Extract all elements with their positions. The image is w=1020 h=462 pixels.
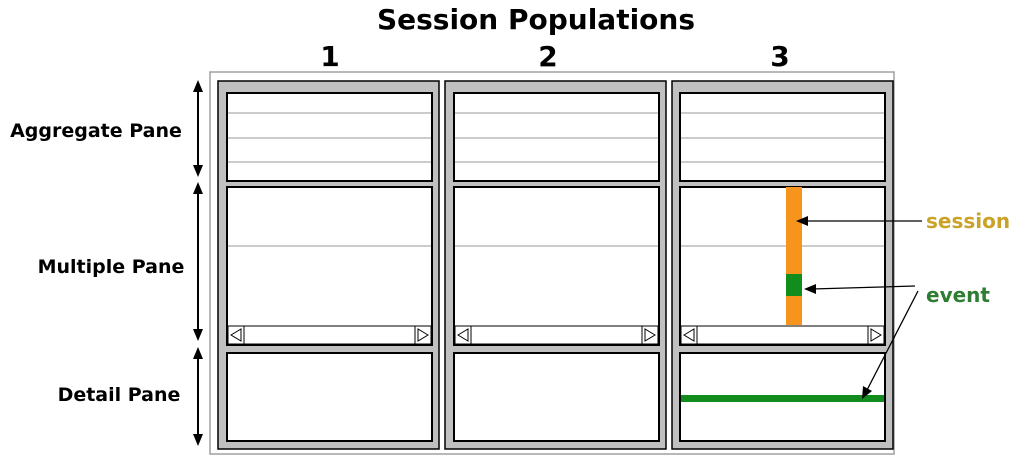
row-label-multiple: Multiple Pane — [38, 256, 185, 278]
multiple-extent-down-arrowhead — [193, 329, 203, 341]
column-header-3: 3 — [770, 40, 789, 73]
session-column-1 — [217, 80, 440, 450]
aggregate-extent-down-arrowhead — [193, 165, 203, 177]
column-1-horizontal-scrollbar[interactable] — [227, 325, 432, 345]
row-label-aggregate: Aggregate Pane — [10, 120, 182, 142]
column-header-2: 2 — [538, 40, 557, 73]
row-label-detail: Detail Pane — [58, 384, 181, 406]
column-3-aggregate-pane — [679, 92, 886, 182]
multiple-extent-up-arrowhead — [193, 182, 203, 194]
session-bar — [786, 187, 802, 325]
column-2-aggregate-pane — [453, 92, 660, 182]
aggregate-extent-up-arrowhead — [193, 80, 203, 92]
column-2-multiple-pane — [453, 186, 660, 346]
column-3-horizontal-scrollbar[interactable] — [680, 325, 885, 345]
session-populations-diagram: Session Populations 1 2 3 Aggregate Pane… — [10, 3, 1010, 455]
session-column-2 — [444, 80, 667, 450]
column-2-horizontal-scrollbar[interactable] — [454, 325, 659, 345]
column-header-1: 1 — [320, 40, 339, 73]
event-detail-bar — [681, 395, 884, 402]
detail-extent-down-arrowhead — [193, 434, 203, 446]
detail-extent-up-arrowhead — [193, 347, 203, 359]
column-3-multiple-pane — [679, 186, 886, 346]
diagram-title: Session Populations — [377, 3, 695, 36]
session-column-3 — [671, 80, 894, 450]
session-callout-label: session — [926, 209, 1010, 233]
column-2-detail-pane — [453, 352, 660, 442]
row-extent-arrows — [193, 80, 203, 446]
event-marker — [786, 274, 802, 296]
event-callout-label: event — [926, 283, 990, 307]
column-1-multiple-pane — [226, 186, 433, 346]
column-1-detail-pane — [226, 352, 433, 442]
column-1-aggregate-pane — [226, 92, 433, 182]
